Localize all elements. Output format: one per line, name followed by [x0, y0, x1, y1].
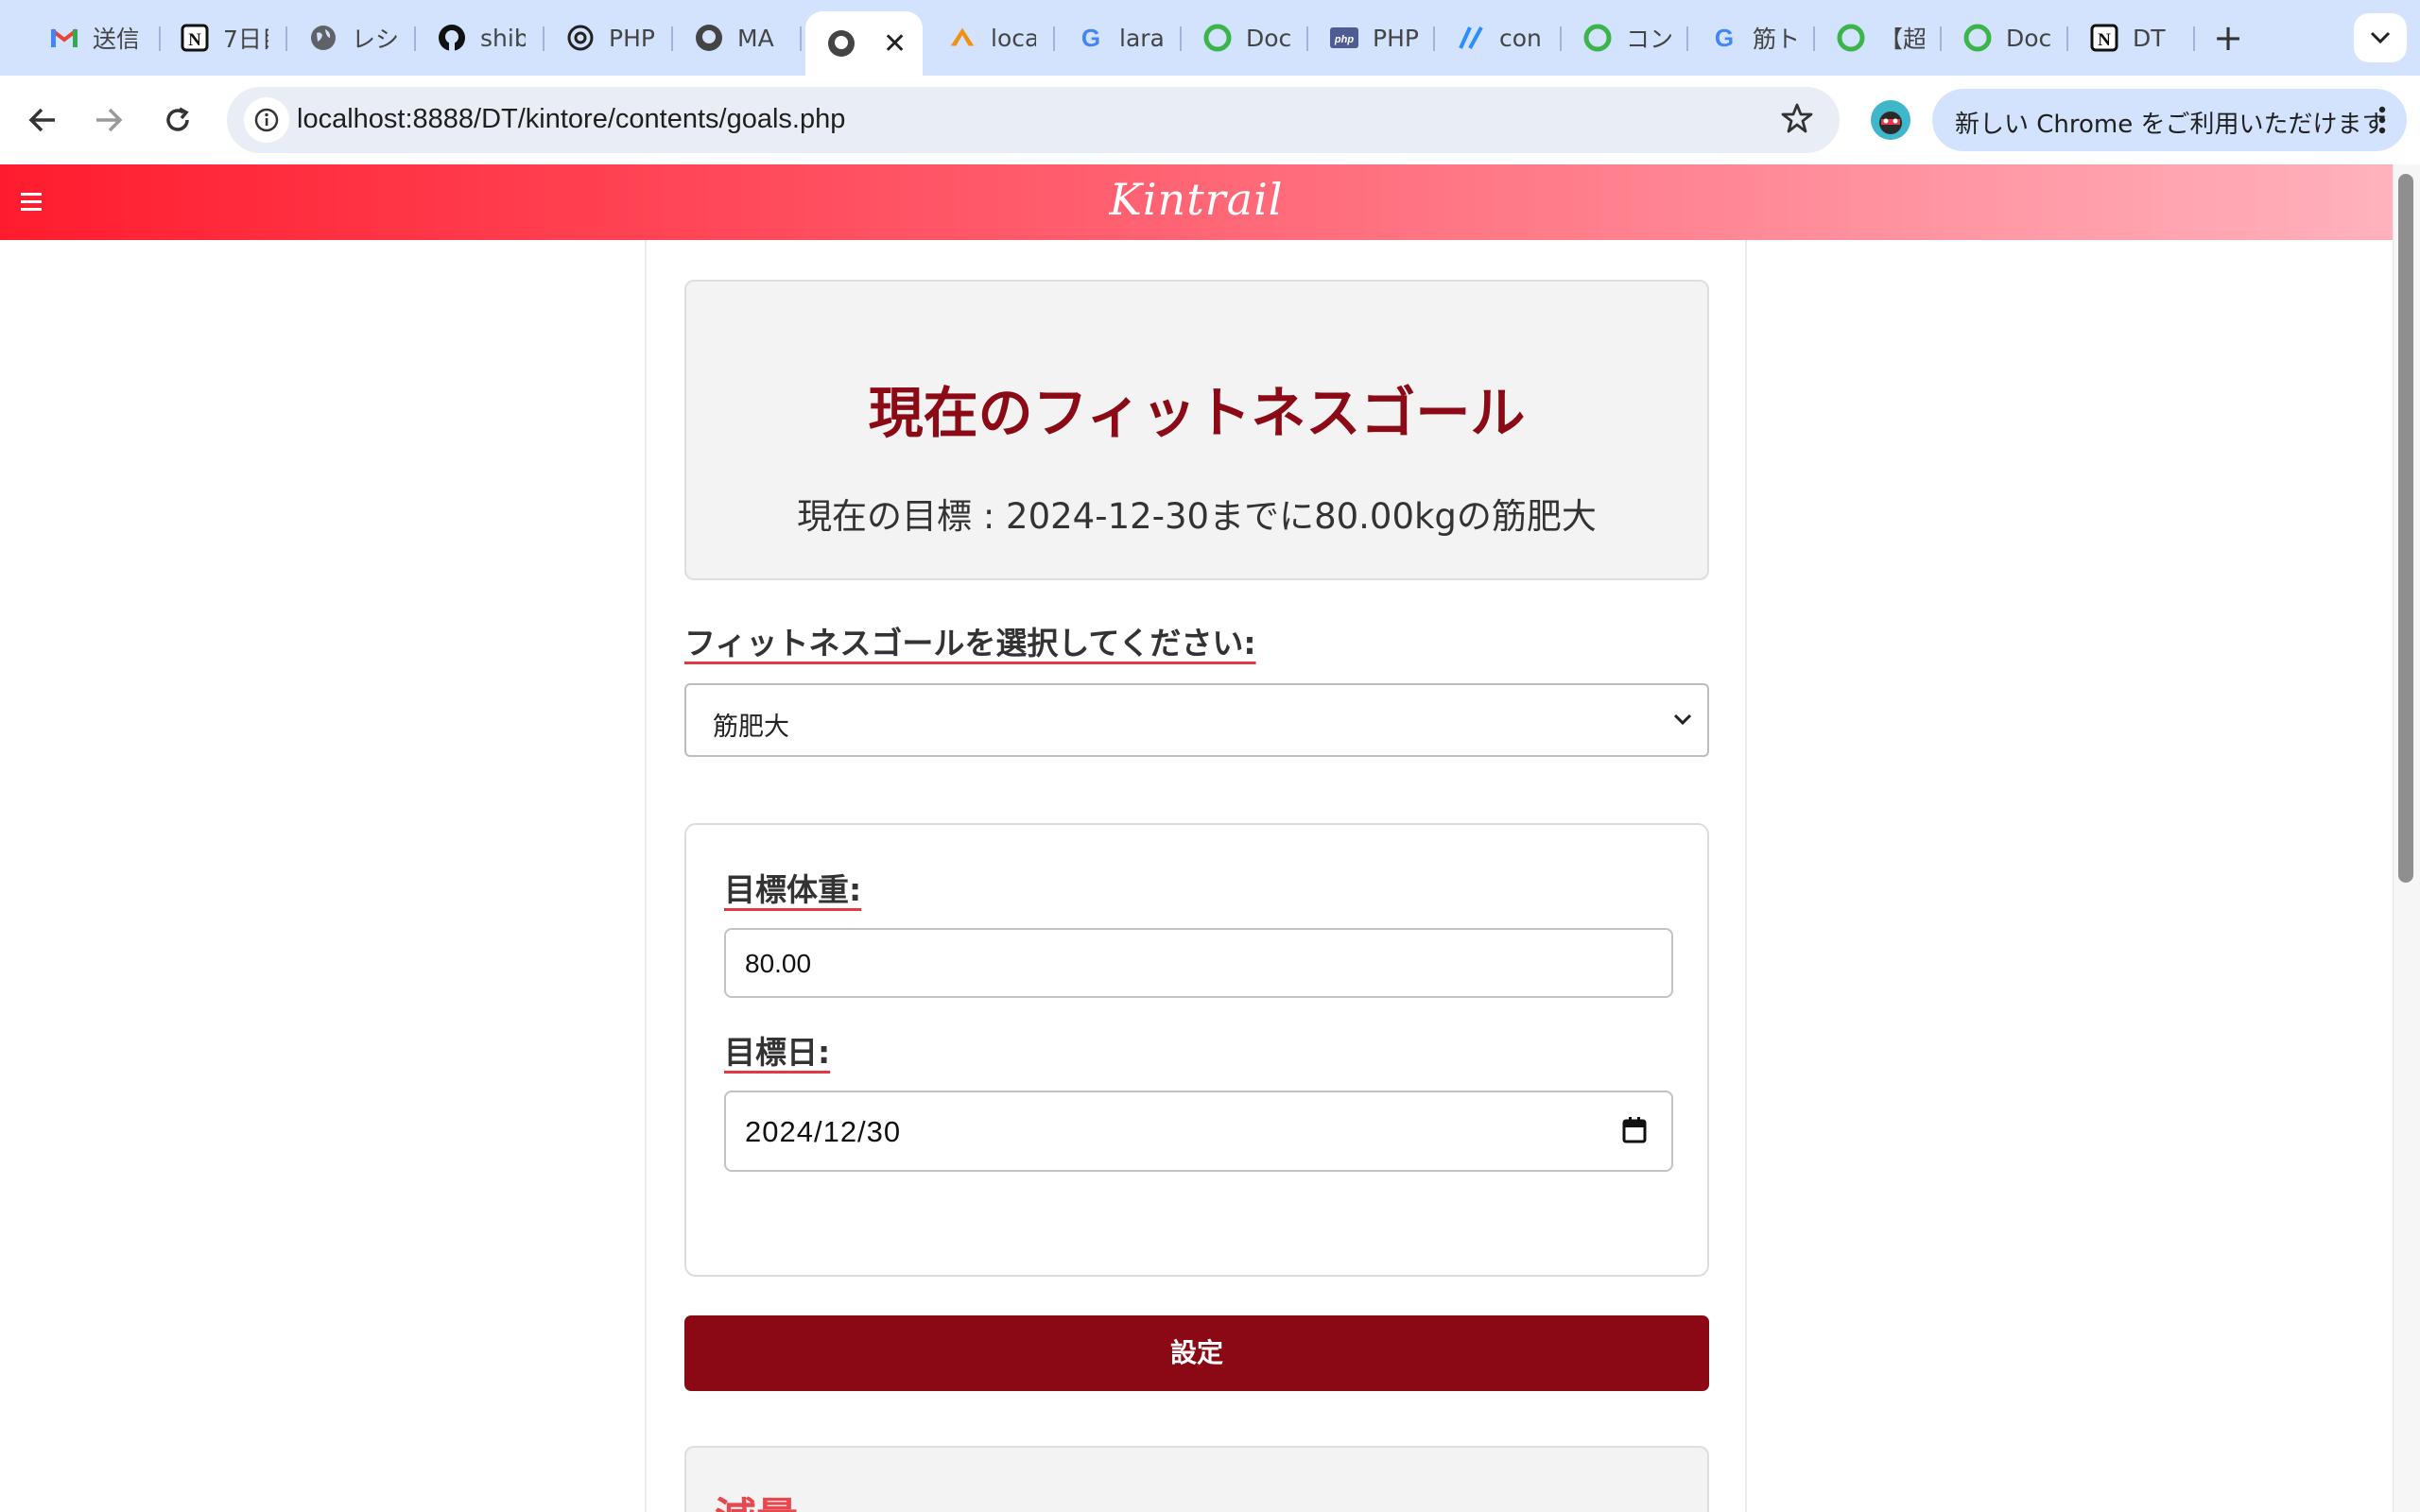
- tab-label: PHP: [1373, 24, 1418, 52]
- svg-text:php: php: [1334, 34, 1354, 45]
- tab-label: レシ: [352, 26, 397, 53]
- tab-doc-1[interactable]: Doc: [1182, 11, 1308, 64]
- tab-doc-2[interactable]: Doc: [1942, 11, 2068, 64]
- chrome-update-button[interactable]: 新しい Chrome をご利用いただけます: [1932, 89, 2407, 151]
- goal-detail-form: 目標体重: 80.00 目標日: 2024/12/30: [684, 823, 1709, 1277]
- tab-cho[interactable]: 【超: [1815, 11, 1942, 64]
- notion-icon: N: [180, 23, 210, 53]
- weight-loss-card: 減量: [684, 1446, 1709, 1512]
- browser-tab-strip: 送信 N 7日目 レシ shib PHP MA: [0, 0, 2420, 76]
- reload-icon: [166, 107, 189, 131]
- chevron-down-icon: [1673, 712, 1692, 730]
- bookmark-star-icon[interactable]: [1781, 102, 1813, 138]
- svg-text:N: N: [2098, 30, 2111, 50]
- target-weight-label: 目標体重:: [724, 871, 862, 908]
- globe-icon: [308, 23, 338, 53]
- tab-github-ma[interactable]: MA: [673, 11, 802, 64]
- tab-gmail[interactable]: 送信: [28, 11, 161, 64]
- green-circle-icon: [1962, 23, 1993, 53]
- tab-phpmyadmin[interactable]: loca: [926, 11, 1055, 64]
- tab-label: Doc: [1246, 24, 1291, 52]
- app-header: Kintrail: [0, 164, 2393, 240]
- tab-php[interactable]: php PHP: [1308, 11, 1435, 64]
- tab-label: con: [1499, 24, 1542, 52]
- goal-select[interactable]: 筋肥大: [684, 683, 1709, 757]
- svg-text:G: G: [1081, 24, 1100, 52]
- target-date-input[interactable]: 2024/12/30: [724, 1091, 1673, 1172]
- chrome-update-text: 新しい Chrome をご利用いただけます: [1955, 111, 2387, 139]
- tab-google-lara[interactable]: G lara: [1055, 11, 1182, 64]
- browser-toolbar: localhost:8888/DT/kintore/contents/goals…: [0, 76, 2420, 164]
- scrollbar-thumb[interactable]: [2398, 174, 2413, 883]
- more-menu-icon[interactable]: [2378, 106, 2386, 138]
- tab-label: shib: [480, 24, 526, 52]
- tab-label: MA: [737, 24, 774, 52]
- weight-loss-title: 減量: [715, 1484, 798, 1512]
- calendar-icon[interactable]: [1622, 1117, 1647, 1147]
- profile-avatar[interactable]: [1871, 100, 1910, 140]
- current-goal-title: 現在のフィットネスゴール: [868, 381, 1526, 445]
- arrow-right-icon: [96, 108, 123, 132]
- close-tab-icon[interactable]: ✕: [883, 27, 907, 60]
- content-container: 現在のフィットネスゴール 現在の目標 : 2024-12-30までに80.00k…: [645, 240, 1747, 1512]
- tab-label: Doc: [2006, 24, 2051, 52]
- new-tab-button[interactable]: +: [2209, 19, 2247, 57]
- tab-label: コン: [1626, 26, 1671, 53]
- reload-button[interactable]: [154, 96, 201, 144]
- svg-text:N: N: [188, 30, 201, 50]
- target-date-value: 2024/12/30: [745, 1115, 902, 1148]
- tab-notion[interactable]: N 7日目: [159, 11, 287, 64]
- tab-google-kintore[interactable]: G 筋ト: [1688, 11, 1815, 64]
- github-icon: [437, 23, 467, 53]
- arrow-left-icon: [28, 108, 55, 132]
- green-circle-icon: [1836, 23, 1866, 53]
- tab-search-button[interactable]: [2354, 13, 2407, 62]
- phpmyadmin-icon: [947, 23, 977, 53]
- tab-label: 送信: [93, 26, 138, 53]
- notion-icon: N: [2089, 23, 2119, 53]
- tab-label: DT: [2133, 24, 2166, 52]
- current-goal-text: 現在の目標 : 2024-12-30までに80.00kgの筋肥大: [797, 496, 1597, 537]
- tab-label: lara: [1119, 24, 1165, 52]
- goal-select-label: フィットネスゴールを選択してください:: [684, 625, 1256, 662]
- app-logo[interactable]: Kintrail: [0, 174, 2393, 225]
- target-date-label: 目標日:: [724, 1034, 831, 1071]
- tab-globe[interactable]: レシ: [287, 11, 416, 64]
- chevron-down-icon: [2370, 31, 2391, 44]
- forward-button[interactable]: [85, 96, 132, 144]
- green-circle-icon: [1202, 23, 1233, 53]
- svg-text:G: G: [1715, 24, 1734, 52]
- target-weight-input[interactable]: 80.00: [724, 928, 1673, 998]
- tab-label: 筋ト: [1753, 26, 1798, 53]
- green-circle-icon: [1582, 23, 1613, 53]
- goal-select-value: 筋肥大: [713, 713, 789, 742]
- php-icon: php: [1329, 23, 1359, 53]
- url-text[interactable]: localhost:8888/DT/kintore/contents/goals…: [297, 104, 845, 135]
- tab-github-shib[interactable]: shib: [416, 11, 544, 64]
- current-goal-card: 現在のフィットネスゴール 現在の目標 : 2024-12-30までに80.00k…: [684, 280, 1709, 580]
- back-button[interactable]: [19, 96, 66, 144]
- tab-notion-dt[interactable]: N DT: [2068, 11, 2195, 64]
- slash-icon: [1456, 23, 1486, 53]
- site-info-icon[interactable]: [244, 97, 289, 143]
- github-icon: [826, 28, 856, 59]
- tab-openai[interactable]: PHP: [544, 11, 673, 64]
- tab-label: 【超: [1879, 26, 1925, 53]
- target-weight-value: 80.00: [745, 949, 812, 978]
- tab-con[interactable]: con: [1435, 11, 1562, 64]
- gmail-icon: [49, 23, 79, 53]
- tab-kon[interactable]: コン: [1562, 11, 1688, 64]
- tab-active[interactable]: ✕: [805, 11, 923, 76]
- set-goal-button[interactable]: 設定: [684, 1315, 1709, 1391]
- github-icon: [694, 23, 724, 53]
- tab-label: loca: [991, 24, 1036, 52]
- google-icon: G: [1709, 23, 1739, 53]
- tab-label: 7日目: [223, 26, 268, 53]
- openai-icon: [565, 23, 596, 53]
- google-icon: G: [1076, 23, 1106, 53]
- tab-label: PHP: [609, 24, 654, 52]
- address-bar[interactable]: localhost:8888/DT/kintore/contents/goals…: [227, 87, 1840, 153]
